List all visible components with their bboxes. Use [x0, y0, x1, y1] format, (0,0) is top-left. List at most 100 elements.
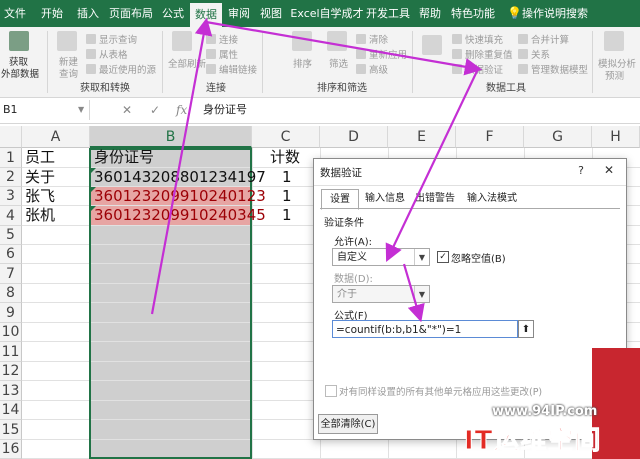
- select-all-corner[interactable]: [0, 126, 22, 148]
- row-header-15[interactable]: 15: [0, 420, 22, 440]
- row-header-14[interactable]: 14: [0, 401, 22, 420]
- enter-icon[interactable]: ✓: [150, 100, 160, 120]
- column-header-d[interactable]: D: [320, 126, 388, 148]
- row-header-2[interactable]: 2: [0, 168, 22, 187]
- cell-c3[interactable]: 1: [282, 187, 292, 206]
- row-header-12[interactable]: 12: [0, 362, 22, 381]
- tab-developer[interactable]: 开发工具: [366, 0, 410, 27]
- forecast-label: 预测: [605, 71, 625, 82]
- cell-a3[interactable]: 张飞: [25, 187, 55, 206]
- cell-c2[interactable]: 1: [282, 168, 292, 187]
- dialog-tab-ime-mode[interactable]: 输入法模式: [462, 189, 522, 208]
- column-header-c[interactable]: C: [252, 126, 320, 148]
- row-header-7[interactable]: 7: [0, 264, 22, 284]
- dialog-tab-settings[interactable]: 设置: [321, 189, 359, 210]
- validation-criteria-label: 验证条件: [324, 218, 364, 229]
- consolidate-button[interactable]: 合并计算: [518, 32, 569, 46]
- insert-function-icon[interactable]: fx: [176, 100, 187, 120]
- dialog-tab-error-alert[interactable]: 出错警告: [412, 189, 458, 208]
- recent-sources-button[interactable]: 最近使用的源: [86, 62, 156, 76]
- row-header-8[interactable]: 8: [0, 284, 22, 303]
- cell-a4[interactable]: 张机: [25, 206, 55, 225]
- cell-b4[interactable]: 360123209910240345: [94, 206, 266, 225]
- sort-button[interactable]: 排序: [293, 56, 312, 70]
- show-queries-button[interactable]: 显示查询: [86, 32, 137, 46]
- tab-file[interactable]: 文件: [0, 0, 30, 27]
- row-header-16[interactable]: 16: [0, 440, 22, 459]
- row-header-11[interactable]: 11: [0, 342, 22, 362]
- dialog-title-bar[interactable]: 数据验证 ? ✕: [314, 159, 626, 186]
- row-header-5[interactable]: 5: [0, 226, 22, 245]
- apply-all-checkbox[interactable]: [325, 385, 337, 397]
- column-header-b[interactable]: B: [90, 126, 252, 148]
- reapply-button[interactable]: 重新应用: [356, 47, 407, 61]
- get-external-data-icon: [9, 31, 29, 51]
- row-header-10[interactable]: 10: [0, 323, 22, 342]
- row-header-1[interactable]: 1: [0, 148, 22, 168]
- refresh-all-button[interactable]: 全部刷新: [168, 56, 206, 70]
- cell-c4[interactable]: 1: [282, 206, 292, 225]
- cell-b2[interactable]: 360143208801234197: [94, 168, 266, 187]
- tab-special-features[interactable]: 特色功能: [450, 0, 496, 27]
- column-header-g[interactable]: G: [524, 126, 592, 148]
- tab-data[interactable]: 数据: [190, 3, 222, 27]
- name-box-dropdown-icon[interactable]: ▼: [78, 100, 84, 120]
- row-header-9[interactable]: 9: [0, 303, 22, 323]
- name-box[interactable]: B1: [0, 100, 90, 120]
- tell-me-search[interactable]: 操作说明搜索: [522, 0, 588, 27]
- row-header-4[interactable]: 4: [0, 206, 22, 226]
- cell-c1[interactable]: 计数: [270, 148, 300, 167]
- chevron-down-icon: ▼: [414, 286, 429, 302]
- row-header-3[interactable]: 3: [0, 187, 22, 206]
- what-if-icon: [604, 31, 624, 51]
- help-button[interactable]: ?: [578, 164, 584, 177]
- column-header-f[interactable]: F: [456, 126, 524, 148]
- tab-home[interactable]: 开始: [32, 0, 72, 27]
- advanced-filter-button[interactable]: 高级: [356, 62, 388, 76]
- column-header-e[interactable]: E: [388, 126, 456, 148]
- manage-data-model-button[interactable]: 管理数据模型: [518, 62, 588, 76]
- edit-links-icon: [206, 64, 216, 74]
- tab-page-layout[interactable]: 页面布局: [106, 0, 156, 27]
- tab-help[interactable]: 帮助: [416, 0, 444, 27]
- remove-duplicates-button[interactable]: 删除重复值: [452, 47, 513, 61]
- group-label-data-tools: 数据工具: [486, 83, 526, 94]
- tab-formulas[interactable]: 公式: [158, 0, 188, 27]
- collapse-dialog-icon[interactable]: ⬆: [518, 320, 534, 338]
- chevron-down-icon: ▼: [414, 249, 429, 265]
- column-header-a[interactable]: A: [22, 126, 90, 148]
- allow-select[interactable]: 自定义 ▼: [332, 248, 430, 266]
- connections-button[interactable]: 连接: [206, 32, 238, 46]
- clear-all-button[interactable]: 全部清除(C): [318, 414, 378, 434]
- data-validation-button[interactable]: 数据验证: [452, 62, 503, 76]
- cell-b3[interactable]: 360123209910240123: [94, 187, 266, 206]
- tab-view[interactable]: 视图: [256, 0, 286, 27]
- cell-b1[interactable]: 身份证号: [94, 148, 154, 167]
- ignore-blank-checkbox[interactable]: ✓: [437, 251, 449, 263]
- close-icon[interactable]: ✕: [604, 163, 614, 177]
- cell-a1[interactable]: 员工: [25, 148, 55, 167]
- table-icon: [86, 49, 96, 59]
- from-table-button[interactable]: 从表格: [86, 47, 128, 61]
- relationships-icon: [518, 49, 528, 59]
- flash-fill-button[interactable]: 快速填充: [452, 32, 503, 46]
- formula-content[interactable]: 身份证号: [203, 100, 247, 120]
- clear-filter-button[interactable]: 清除: [356, 32, 388, 46]
- relationships-button[interactable]: 关系: [518, 47, 550, 61]
- dialog-tab-input-message[interactable]: 输入信息: [362, 189, 408, 208]
- tab-excel-self-study[interactable]: Excel自学成才: [290, 0, 364, 27]
- text-to-columns-icon: [422, 35, 442, 55]
- cell-a2[interactable]: 关于: [25, 168, 55, 187]
- row-header-6[interactable]: 6: [0, 245, 22, 264]
- tab-insert[interactable]: 插入: [72, 0, 104, 27]
- column-header-h[interactable]: H: [592, 126, 640, 148]
- row-header-13[interactable]: 13: [0, 381, 22, 401]
- formula-input[interactable]: =countif(b:b,b1&"*")=1: [332, 320, 518, 338]
- properties-button[interactable]: 属性: [206, 47, 238, 61]
- edit-links-button[interactable]: 编辑链接: [206, 62, 257, 76]
- cancel-icon[interactable]: ✕: [122, 100, 132, 120]
- tab-review[interactable]: 审阅: [224, 0, 254, 27]
- recent-sources-icon: [86, 64, 96, 74]
- filter-button[interactable]: 筛选: [329, 56, 348, 70]
- reapply-icon: [356, 49, 366, 59]
